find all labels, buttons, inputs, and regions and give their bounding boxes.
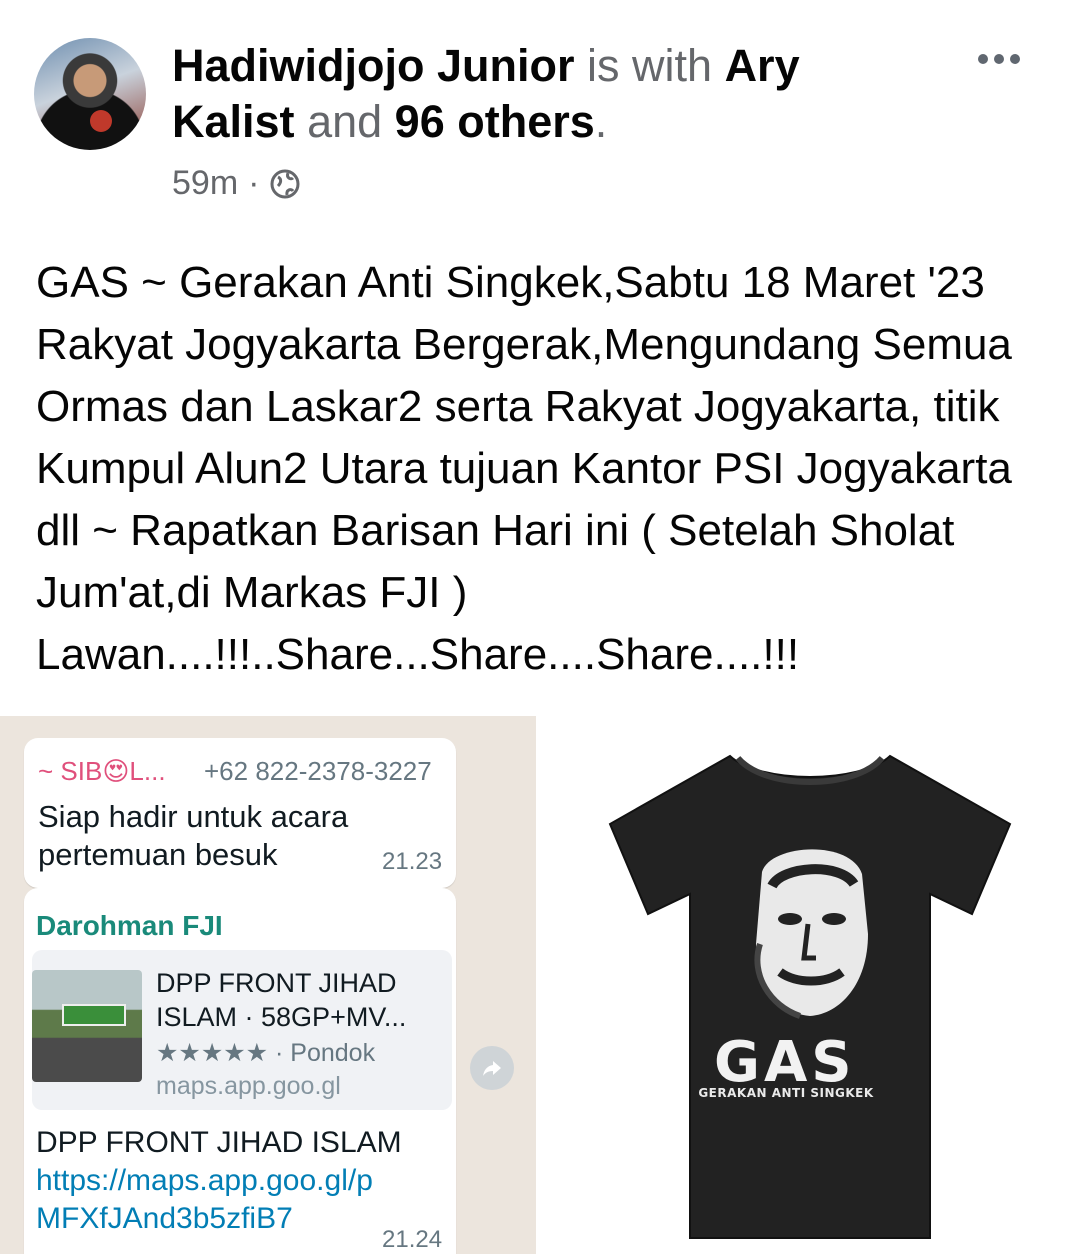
with-text: is with <box>587 40 713 91</box>
forward-icon <box>470 1046 514 1090</box>
message-sender: Darohman FJI <box>36 910 223 941</box>
link-domain: maps.app.goo.gl <box>156 1072 341 1100</box>
message-sender: ~ SIB😍L... <box>38 756 166 786</box>
author-avatar[interactable] <box>34 38 146 150</box>
whatsapp-screenshot: ~ SIB😍L... +62 822-2378-3227 Siap hadir … <box>0 716 536 1254</box>
message-text-line1: Siap hadir untuk acara <box>38 799 349 834</box>
message-text-line2: pertemuan besuk <box>38 837 278 872</box>
post-header: Hadiwidjojo Junior is with Ary Kalist an… <box>0 0 1080 215</box>
post-time[interactable]: 59m <box>172 164 238 203</box>
tshirt-image: GAS GERAKAN ANTI SINGKEK <box>536 716 1080 1254</box>
author-line: Hadiwidjojo Junior is with Ary Kalist an… <box>172 38 892 150</box>
portrait-graphic <box>754 849 868 1019</box>
chat-message-1: ~ SIB😍L... +62 822-2378-3227 Siap hadir … <box>24 738 456 888</box>
message-time: 21.24 <box>382 1226 443 1253</box>
message-text: DPP FRONT JIHAD ISLAM <box>36 1126 402 1159</box>
post-meta: 59m · <box>172 164 301 203</box>
message-time: 21.23 <box>382 848 443 875</box>
link-title: DPP FRONT JIHAD ISLAM · 58GP+MV... <box>156 968 407 1032</box>
message-link: https://maps.app.goo.gl/pMFXfJAnd3b5zfiB… <box>36 1164 373 1235</box>
tshirt-shape <box>608 754 1012 1239</box>
and-text: and <box>307 96 383 147</box>
link-rating: ★★★★★ · Pondok <box>156 1039 376 1067</box>
link-preview-card: DPP FRONT JIHAD ISLAM · 58GP+MV... ★★★★★… <box>32 950 452 1110</box>
post-text: GAS ~ Gerakan Anti Singkek,Sabtu 18 Mare… <box>36 258 1012 679</box>
chat-message-2: Darohman FJI DPP FRONT JIHAD ISLAM · 58G… <box>24 888 456 1254</box>
shirt-subtext: GERAKAN ANTI SINGKEK <box>698 1086 874 1100</box>
author-name[interactable]: Hadiwidjojo Junior <box>172 40 575 91</box>
globe-icon[interactable] <box>269 168 301 200</box>
link-thumbnail <box>32 970 142 1082</box>
tagged-others[interactable]: 96 others <box>395 96 595 147</box>
meta-separator: · <box>248 164 260 202</box>
post-media[interactable]: ~ SIB😍L... +62 822-2378-3227 Siap hadir … <box>0 716 1080 1254</box>
period: . <box>594 96 608 147</box>
more-options-icon[interactable] <box>978 44 1028 74</box>
sender-phone: +62 822-2378-3227 <box>204 756 432 786</box>
